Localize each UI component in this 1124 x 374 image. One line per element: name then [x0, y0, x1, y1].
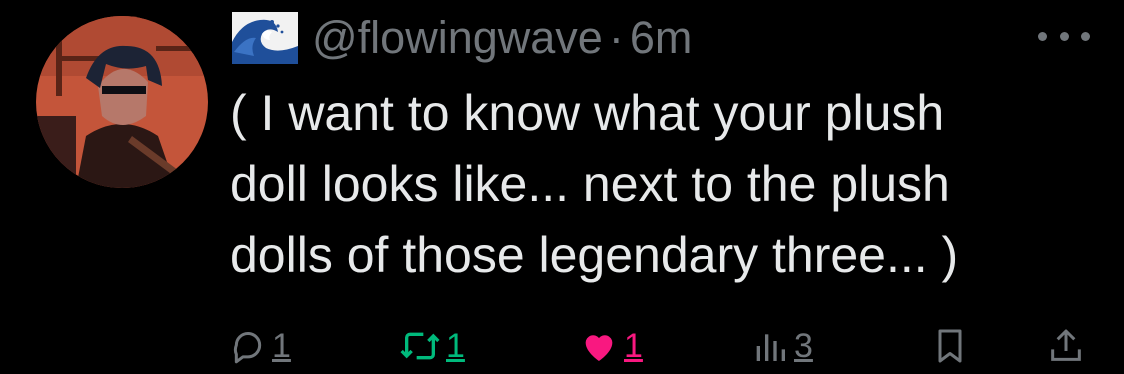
reply-bubble-icon — [233, 332, 262, 364]
tweet[interactable]: @flowingwave · 6m ( I want to know what … — [0, 0, 1124, 374]
views-button[interactable]: 3 — [750, 322, 813, 370]
reply-button[interactable]: 1 — [228, 322, 291, 370]
tweet-text-line: ( I want to know what your plush — [230, 85, 945, 141]
bookmark-button[interactable] — [930, 322, 970, 370]
user-handle[interactable]: @flowingwave — [312, 12, 603, 64]
like-button[interactable]: 1 — [578, 322, 643, 370]
avatar[interactable] — [36, 16, 208, 188]
like-count: 1 — [624, 326, 643, 365]
tweet-text-line: dolls of those legendary three... ) — [230, 227, 959, 283]
share-icon — [1051, 329, 1081, 361]
views-count: 3 — [794, 326, 813, 365]
action-bar: 1 1 1 3 — [228, 322, 1088, 370]
tweet-text-line: doll looks like... next to the plush — [230, 156, 950, 212]
tweet-text: ( I want to know what your plush doll lo… — [230, 78, 1090, 291]
bookmark-icon — [938, 329, 962, 363]
retweet-icon — [400, 332, 440, 360]
share-button[interactable] — [1046, 322, 1086, 370]
timestamp[interactable]: 6m — [630, 12, 693, 64]
tweet-header: @flowingwave · 6m — [232, 8, 692, 68]
retweet-count: 1 — [446, 326, 465, 365]
retweet-button[interactable]: 1 — [398, 322, 465, 370]
more-options-button[interactable] — [1038, 26, 1090, 46]
meta-separator: · — [608, 12, 624, 63]
water-wave-emoji — [232, 12, 298, 64]
views-bars-icon — [756, 334, 785, 361]
more-dots-icon — [1038, 31, 1047, 41]
avatar-image — [36, 16, 208, 188]
reply-count: 1 — [272, 326, 291, 365]
heart-icon — [585, 335, 613, 361]
